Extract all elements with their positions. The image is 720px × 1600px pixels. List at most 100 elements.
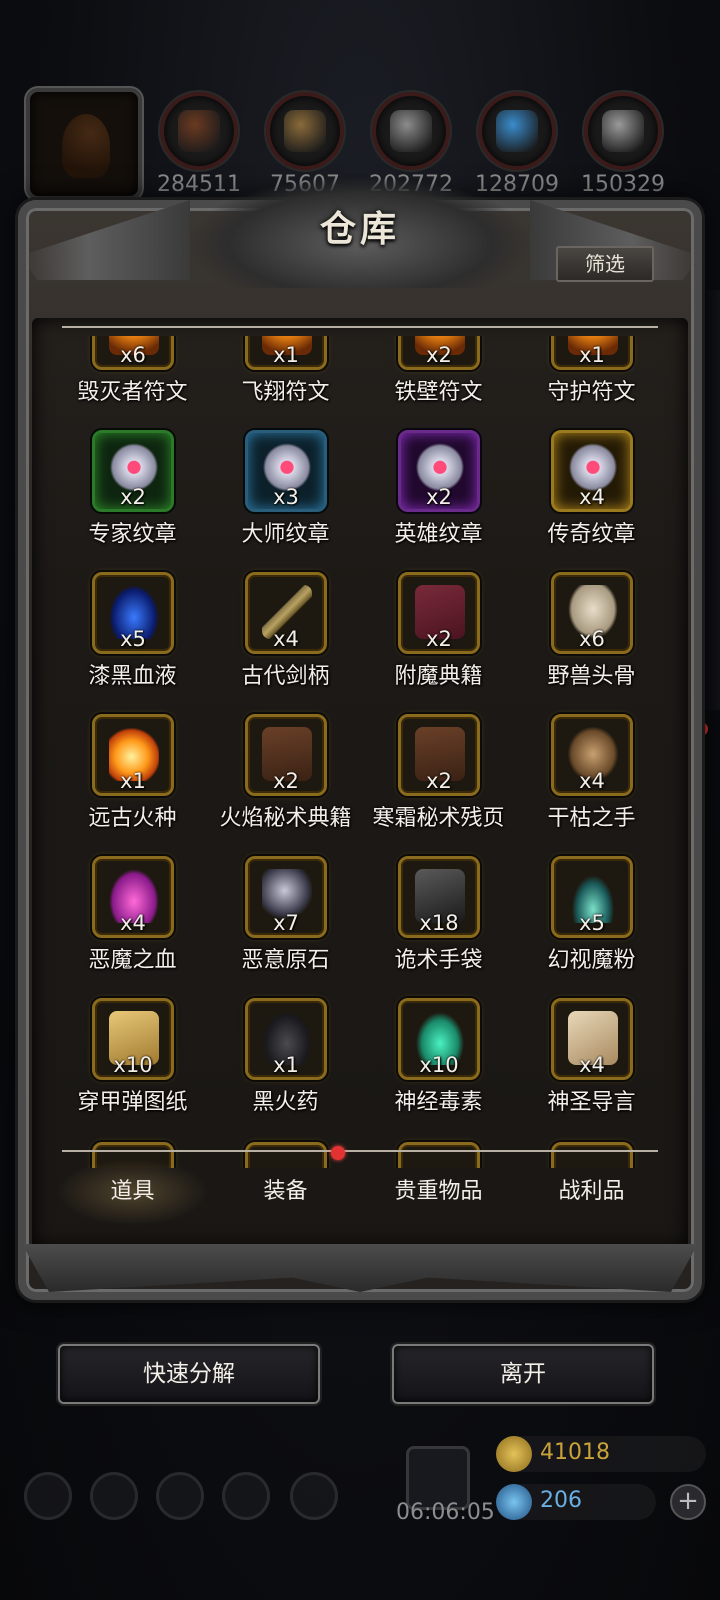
tab-valuables[interactable]: 贵重物品 (362, 1158, 515, 1226)
item-slot[interactable]: x6 (551, 572, 633, 654)
item-slot[interactable]: x2 (398, 336, 480, 370)
side-menu-edge (700, 290, 720, 710)
item-name: 毁灭者符文 (77, 380, 188, 405)
settings-gear-icon[interactable] (24, 1472, 72, 1520)
item-slot[interactable]: x7 (245, 856, 327, 938)
item-name: 恶魔之血 (88, 948, 177, 973)
item-quantity: x1 (579, 343, 605, 367)
resource-slot[interactable] (478, 92, 556, 170)
item-name: 黑火药 (252, 1090, 319, 1115)
leave-button[interactable]: 离开 (392, 1344, 654, 1404)
inventory-item[interactable]: x10 穿甲弹图纸 (56, 998, 209, 1142)
inventory-item[interactable]: x3 大师纹章 (209, 430, 362, 574)
gem-icon (496, 1484, 532, 1520)
inventory-item[interactable]: x1 守护符文 (515, 336, 668, 432)
item-quantity: x2 (273, 769, 299, 793)
item-slot[interactable]: x4 (551, 714, 633, 796)
item-slot[interactable]: x2 (398, 430, 480, 512)
tab-equipment[interactable]: 装备 (209, 1146, 362, 1226)
item-slot[interactable]: x10 (92, 998, 174, 1080)
inventory-item[interactable]: x4 传奇纹章 (515, 430, 668, 574)
item-slot[interactable]: x1 (245, 998, 327, 1080)
item-slot[interactable]: x10 (398, 998, 480, 1080)
inventory-item[interactable]: x2 专家纹章 (56, 430, 209, 574)
inventory-item[interactable]: x2 附魔典籍 (362, 572, 515, 716)
inventory-item[interactable]: x2 铁壁符文 (362, 336, 515, 432)
resource-slot[interactable] (584, 92, 662, 170)
hero-portrait[interactable] (26, 88, 142, 200)
item-quantity: x2 (120, 485, 146, 509)
item-grid[interactable]: x6 毁灭者符文 x1 飞翔符文 x2 铁壁符文 x1 守护符文 x2 专家纹章 x3 大师纹章 x2 英… (56, 336, 668, 1168)
item-quantity: x3 (273, 485, 299, 509)
item-slot[interactable]: x2 (398, 714, 480, 796)
tab-loot[interactable]: 战利品 (515, 1158, 668, 1226)
inventory-item[interactable]: x2 火焰秘术典籍 (209, 714, 362, 858)
add-gems-button[interactable]: + (670, 1484, 706, 1520)
inventory-item[interactable]: x6 毁灭者符文 (56, 336, 209, 432)
item-slot[interactable]: x1 (245, 336, 327, 370)
item-quantity: x6 (120, 343, 146, 367)
achievement-star-icon[interactable] (90, 1472, 138, 1520)
item-quantity: x4 (579, 1053, 605, 1077)
item-quantity: x4 (120, 911, 146, 935)
mail-icon[interactable] (222, 1472, 270, 1520)
item-quantity: x10 (113, 1053, 153, 1077)
item-slot[interactable]: x2 (92, 430, 174, 512)
item-quantity: x2 (426, 343, 452, 367)
item-slot[interactable]: x5 (551, 856, 633, 938)
resource-slot[interactable] (160, 92, 238, 170)
bag-icon[interactable] (290, 1472, 338, 1520)
inventory-item[interactable]: x4 恶魔之血 (56, 856, 209, 1000)
panel-title: 仓库 (319, 208, 400, 250)
item-slot[interactable]: x1 (92, 714, 174, 796)
inventory-item[interactable]: x2 寒霜秘术残页 (362, 714, 515, 858)
horn-icon (62, 114, 110, 178)
inventory-item[interactable]: x18 诡术手袋 (362, 856, 515, 1000)
inventory-item[interactable]: x4 神圣导言 (515, 998, 668, 1142)
inventory-item[interactable]: x1 远古火种 (56, 714, 209, 858)
item-quantity: x18 (419, 911, 459, 935)
inventory-item[interactable]: x1 飞翔符文 (209, 336, 362, 432)
item-name: 神经毒素 (394, 1090, 483, 1115)
item-name: 恶意原石 (241, 948, 330, 973)
item-slot[interactable]: x4 (551, 998, 633, 1080)
item-slot[interactable]: x1 (551, 336, 633, 370)
gold-amount: 41018 (540, 1440, 610, 1465)
item-slot[interactable]: x4 (92, 856, 174, 938)
guild-icon[interactable] (156, 1472, 204, 1520)
item-name: 铁壁符文 (394, 380, 483, 405)
inventory-item[interactable]: x10 神经毒素 (362, 998, 515, 1142)
resource-slot[interactable] (372, 92, 450, 170)
resource-slot[interactable] (266, 92, 344, 170)
gem-counter: 206 (496, 1484, 656, 1520)
item-name: 大师纹章 (241, 522, 330, 547)
inventory-item[interactable]: x4 古代剑柄 (209, 572, 362, 716)
item-name: 英雄纹章 (394, 522, 483, 547)
crystal-icon (496, 110, 538, 152)
item-name: 漆黑血液 (88, 664, 177, 689)
item-slot[interactable]: x2 (245, 714, 327, 796)
inventory-item[interactable]: x5 幻视魔粉 (515, 856, 668, 1000)
inventory-item[interactable]: x5 漆黑血液 (56, 572, 209, 716)
inventory-item[interactable]: x7 恶意原石 (209, 856, 362, 1000)
item-quantity: x1 (120, 769, 146, 793)
inventory-item[interactable]: x2 英雄纹章 (362, 430, 515, 574)
item-slot[interactable]: x3 (245, 430, 327, 512)
inventory-item[interactable]: x4 干枯之手 (515, 714, 668, 858)
stone-icon (390, 110, 432, 152)
item-quantity: x5 (579, 911, 605, 935)
quick-decompose-button[interactable]: 快速分解 (58, 1344, 320, 1404)
gold-counter: 41018 (496, 1436, 706, 1472)
item-slot[interactable]: x5 (92, 572, 174, 654)
item-slot[interactable]: x18 (398, 856, 480, 938)
item-slot[interactable]: x4 (245, 572, 327, 654)
filter-button[interactable]: 筛选 (556, 246, 654, 282)
tab-items[interactable]: 道具 (56, 1158, 209, 1226)
item-slot[interactable]: x2 (398, 572, 480, 654)
inventory-item[interactable]: x6 野兽头骨 (515, 572, 668, 716)
item-slot[interactable]: x6 (92, 336, 174, 370)
item-slot[interactable]: x4 (551, 430, 633, 512)
item-name: 寒霜秘术残页 (372, 806, 505, 831)
item-name: 野兽头骨 (547, 664, 636, 689)
inventory-item[interactable]: x1 黑火药 (209, 998, 362, 1142)
